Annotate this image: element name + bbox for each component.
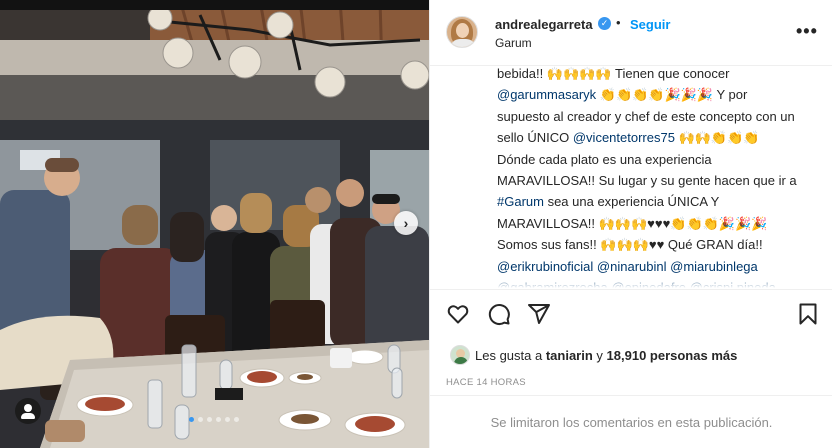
liker-body (454, 357, 468, 364)
mention-link[interactable]: @garummasaryk (497, 87, 596, 102)
caption-segment: sea una experiencia ÚNICA Y (543, 194, 720, 210)
likes-count[interactable]: 18,910 personas más (607, 348, 738, 363)
caption-line: MARAVILLOSA!! 🙌🙌🙌♥♥♥👏👏👏🎉🎉🎉 (497, 213, 827, 234)
caption-segment: Somos sus fans!! 🙌🙌🙌♥♥ Qué GRAN día!! (497, 237, 763, 253)
photo-top-edge (0, 0, 429, 10)
follow-button[interactable]: Seguir (630, 17, 670, 32)
author-username[interactable]: andrealegarreta (495, 17, 593, 32)
carousel-dot (207, 417, 212, 422)
post-location[interactable]: Garum (495, 36, 532, 50)
avatar-face (456, 23, 469, 38)
caption-segment: Dónde cada plato es una experiencia (497, 151, 712, 167)
caption-segment: supuesto al creador y chef de este conce… (497, 108, 795, 124)
carousel-dot (234, 417, 239, 422)
more-options-icon[interactable]: ••• (796, 22, 818, 40)
mention-link[interactable]: @vicentetorres75 (573, 130, 675, 145)
carousel-dot (216, 417, 221, 422)
caption-segment: sello ÚNICO (497, 130, 573, 146)
mention-link[interactable]: @erikrubinoficial (497, 259, 593, 274)
caption-fade (430, 274, 832, 288)
caption-segment: bebida!! 🙌🙌🙌🙌 Tienen que conocer (497, 66, 730, 81)
heart-icon[interactable] (446, 302, 474, 330)
post-photo[interactable]: › (0, 0, 429, 448)
caption-segment: MARAVILLOSA!! 🙌🙌🙌♥♥♥👏👏👏🎉🎉🎉 (497, 215, 768, 231)
comments-disabled-notice: Se limitaron los comentarios en esta pub… (430, 395, 832, 448)
verified-badge-icon: ✓ (598, 17, 611, 30)
caption-line: Somos sus fans!! 🙌🙌🙌♥♥ Qué GRAN día!! (497, 234, 827, 255)
instagram-post: › andrealegarreta ✓ • Seguir Garum ••• b… (0, 0, 832, 448)
caption-line: Dónde cada plato es una experiencia (497, 149, 827, 170)
action-bar (430, 289, 832, 341)
post-header: andrealegarreta ✓ • Seguir Garum ••• (430, 0, 832, 66)
carousel-dot (198, 417, 203, 422)
carousel-dot (189, 417, 194, 422)
user-tag-body (21, 413, 35, 419)
caption-line: sello ÚNICO @vicentetorres75 🙌🙌👏👏👏 (497, 127, 827, 148)
liker-avatar (450, 345, 470, 365)
share-icon[interactable] (527, 302, 555, 330)
likes-text: Les gusta a taniarin y 18,910 personas m… (475, 348, 737, 363)
carousel-dots (189, 417, 239, 422)
likes-prefix: Les gusta a (475, 348, 546, 363)
user-tag-head (24, 404, 32, 412)
caption-line: #Garum sea una experiencia ÚNICA Y (497, 191, 827, 212)
caption-text: bebida!! 🙌🙌🙌🙌 Tienen que conocer @garumma… (497, 66, 827, 288)
header-separator: • (616, 15, 621, 30)
caption-segment: MARAVILLOSA!! Su lugar y su gente hacen … (497, 173, 797, 189)
caption-segment: 👏👏👏👏🎉🎉🎉 Y por (596, 87, 748, 103)
caption-line: @garummasaryk 👏👏👏👏🎉🎉🎉 Y por (497, 84, 827, 105)
mention-link[interactable]: @miarubinlega (670, 259, 758, 274)
next-slide-icon[interactable]: › (394, 211, 418, 235)
bookmark-icon[interactable] (796, 302, 824, 330)
post-timestamp[interactable]: HACE 14 HORAS (446, 377, 526, 388)
comment-icon[interactable] (487, 302, 515, 330)
caption-line: bebida!! 🙌🙌🙌🙌 Tienen que conocer (497, 66, 827, 84)
post-sidebar: andrealegarreta ✓ • Seguir Garum ••• beb… (429, 0, 832, 448)
hashtag-link[interactable]: #Garum (497, 194, 544, 209)
user-tag-icon[interactable] (15, 398, 41, 424)
caption-line: supuesto al creador y chef de este conce… (497, 106, 827, 127)
restaurant-group-photo (0, 0, 429, 448)
caption-line: MARAVILLOSA!! Su lugar y su gente hacen … (497, 170, 827, 191)
mention-link[interactable]: @ninarubinl (597, 259, 667, 274)
liker-username[interactable]: taniarin (546, 348, 593, 363)
carousel-dot (225, 417, 230, 422)
author-avatar[interactable] (446, 16, 478, 48)
avatar-shirt (450, 39, 476, 47)
caption-segment: 🙌🙌👏👏👏 (674, 130, 760, 146)
post-caption[interactable]: bebida!! 🙌🙌🙌🙌 Tienen que conocer @garumma… (430, 66, 832, 288)
likes-middle: y (592, 348, 607, 363)
